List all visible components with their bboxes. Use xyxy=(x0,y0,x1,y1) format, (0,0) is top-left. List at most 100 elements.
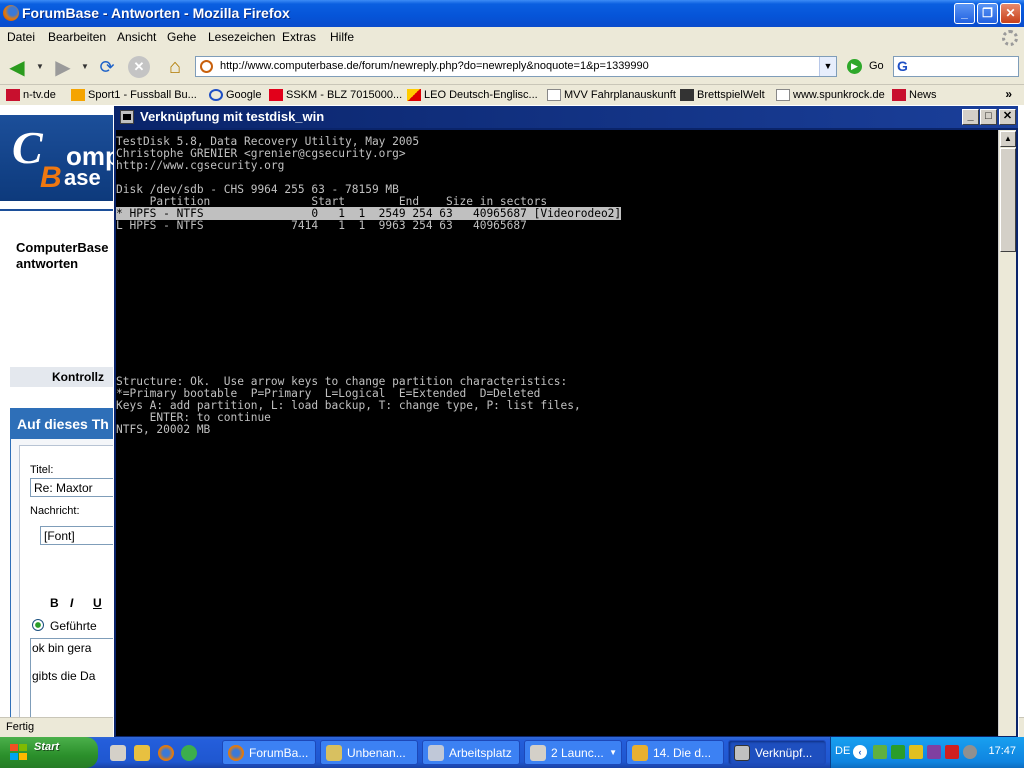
bookmarks-overflow-icon[interactable]: » xyxy=(1005,87,1012,101)
gmx-sms-icon[interactable] xyxy=(945,745,959,759)
taskbar-button-firefox[interactable]: ForumBa... xyxy=(222,740,316,765)
taskbar-button-mycomputer[interactable]: Arbeitsplatz xyxy=(422,740,520,765)
logo-text: ase xyxy=(64,165,101,190)
quicklaunch-app-icon[interactable] xyxy=(134,745,150,761)
page-title-line[interactable]: ComputerBase xyxy=(16,240,116,256)
start-button[interactable]: Start xyxy=(0,737,98,768)
underline-button[interactable]: U xyxy=(93,596,102,610)
taskbar-button-testdisk[interactable]: Verknüpf... xyxy=(728,740,826,765)
taskbar-button-label: 14. Die d... xyxy=(653,746,712,760)
google-search-icon[interactable]: G xyxy=(897,58,908,74)
bookmark-item[interactable]: n-tv.de xyxy=(6,89,56,101)
back-button[interactable]: ◀ xyxy=(4,54,30,80)
tray-expand-icon[interactable]: ‹ xyxy=(853,745,867,759)
menu-bar: Datei Bearbeiten Ansicht Gehe Lesezeiche… xyxy=(0,27,1024,49)
go-icon[interactable]: ▶ xyxy=(847,59,862,74)
address-dropdown-icon[interactable]: ▼ xyxy=(819,57,836,76)
menu-bearbeiten[interactable]: Bearbeiten xyxy=(48,30,106,44)
go-button[interactable]: Go xyxy=(869,60,884,72)
reload-button[interactable]: ⟳ xyxy=(94,54,120,80)
bold-button[interactable]: B xyxy=(50,596,59,610)
guided-mode-label: Geführte xyxy=(50,619,97,633)
close-button[interactable]: ✕ xyxy=(1000,3,1021,24)
launch-icon xyxy=(530,745,546,761)
font-select[interactable]: [Font] xyxy=(40,526,119,545)
menu-extras[interactable]: Extras xyxy=(282,30,316,44)
menu-lesezeichen[interactable]: Lesezeichen xyxy=(208,30,275,44)
sparkasse-icon xyxy=(269,89,283,101)
bookmark-item[interactable]: MVV Fahrplanauskunft xyxy=(547,89,676,101)
tray-app-icon[interactable] xyxy=(909,745,923,759)
brettspielwelt-icon xyxy=(680,89,694,101)
bookmark-label: News xyxy=(909,89,937,101)
bookmark-item[interactable]: Google xyxy=(209,89,261,101)
quicklaunch-app-icon[interactable] xyxy=(181,745,197,761)
forward-button[interactable]: ▶ xyxy=(50,54,76,80)
menu-gehe[interactable]: Gehe xyxy=(167,30,196,44)
scroll-up-icon[interactable]: ▲ xyxy=(1000,131,1016,147)
taskbar-button-winamp[interactable]: 14. Die d... xyxy=(626,740,724,765)
menu-datei[interactable]: Datei xyxy=(7,30,35,44)
italic-button[interactable]: I xyxy=(70,596,73,610)
console-close-button[interactable]: ✕ xyxy=(999,109,1016,125)
message-textarea[interactable]: ok bin gera gibts die Da xyxy=(30,638,119,717)
reply-form: Titel: Re: Maxtor Nachricht: [Font] B I … xyxy=(19,445,119,717)
page-title: ComputerBase antworten xyxy=(16,240,116,272)
site-favicon-icon xyxy=(200,60,213,73)
guided-mode-radio[interactable] xyxy=(32,619,44,631)
taskbar-button-paint[interactable]: Unbenan... xyxy=(320,740,418,765)
tray-app-icon[interactable] xyxy=(927,745,941,759)
bookmark-item[interactable]: BrettspielWelt xyxy=(680,89,765,101)
partition-rows[interactable]: L HPFS - NTFS 7414 1 1 9963 254 63 40965… xyxy=(116,219,527,232)
bookmark-label: n-tv.de xyxy=(23,89,56,101)
sport1-icon xyxy=(71,89,85,101)
message-text-line: gibts die Da xyxy=(32,669,96,683)
firefox-icon xyxy=(228,745,244,761)
menu-ansicht[interactable]: Ansicht xyxy=(117,30,156,44)
back-dropdown-icon[interactable]: ▼ xyxy=(36,62,44,71)
message-label: Nachricht: xyxy=(30,505,80,517)
console-text: TestDisk 5.8, Data Recovery Utility, May… xyxy=(116,136,998,436)
testdisk-console-window: Verknüpfung mit testdisk_win _ □ ✕ TestD… xyxy=(113,105,1019,739)
taskbar-button-launch-group[interactable]: 2 Launc... ▼ xyxy=(524,740,622,765)
language-indicator[interactable]: DE xyxy=(835,745,850,757)
console-minimize-button[interactable]: _ xyxy=(962,109,979,125)
message-text-line: ok bin gera xyxy=(32,641,92,655)
scroll-thumb[interactable] xyxy=(1000,148,1016,252)
bookmark-item[interactable]: News xyxy=(892,89,937,101)
firefox-logo-icon xyxy=(3,5,19,21)
quicklaunch-explorer-icon[interactable] xyxy=(110,745,126,761)
address-url[interactable]: http://www.computerbase.de/forum/newrepl… xyxy=(220,60,649,72)
bookmark-item[interactable]: SSKM - BLZ 7015000... xyxy=(269,89,402,101)
home-button[interactable]: ⌂ xyxy=(162,54,188,80)
console-maximize-button[interactable]: □ xyxy=(980,109,997,125)
restore-button[interactable]: ❐ xyxy=(977,3,998,24)
forward-dropdown-icon[interactable]: ▼ xyxy=(81,62,89,71)
console-window-icon[interactable] xyxy=(120,110,134,124)
search-input[interactable]: G xyxy=(893,56,1019,77)
bookmark-item[interactable]: www.spunkrock.de xyxy=(776,89,885,101)
title-input[interactable]: Re: Maxtor xyxy=(30,478,119,497)
tray-app-icon[interactable] xyxy=(891,745,905,759)
tray-volume-icon[interactable] xyxy=(963,745,977,759)
kontrollzentrum-link[interactable]: Kontrollz xyxy=(10,367,120,387)
quicklaunch-firefox-icon[interactable] xyxy=(158,745,174,761)
ntv-icon xyxy=(6,89,20,101)
ntv-icon xyxy=(892,89,906,101)
header-divider xyxy=(0,209,120,211)
tray-network-icon[interactable] xyxy=(873,745,887,759)
console-scrollbar[interactable]: ▲ xyxy=(998,130,1016,736)
address-bar[interactable]: http://www.computerbase.de/forum/newrepl… xyxy=(195,56,837,77)
page-title-line: antworten xyxy=(16,256,79,271)
menu-hilfe[interactable]: Hilfe xyxy=(330,30,354,44)
console-titlebar[interactable]: Verknüpfung mit testdisk_win _ □ ✕ xyxy=(114,106,1018,128)
minimize-button[interactable]: _ xyxy=(954,3,975,24)
bookmark-label: Google xyxy=(226,89,262,101)
bookmark-item[interactable]: Sport1 - Fussball Bu... xyxy=(71,89,197,101)
computerbase-logo[interactable]: C omput B ase xyxy=(0,115,120,201)
leo-icon xyxy=(407,89,421,101)
console-output[interactable]: TestDisk 5.8, Data Recovery Utility, May… xyxy=(116,130,998,736)
bookmarks-toolbar: n-tv.de Sport1 - Fussball Bu... Google S… xyxy=(0,85,1024,105)
stop-button[interactable]: ✕ xyxy=(128,56,150,78)
bookmark-item[interactable]: LEO Deutsch-Englisc... xyxy=(407,89,538,101)
